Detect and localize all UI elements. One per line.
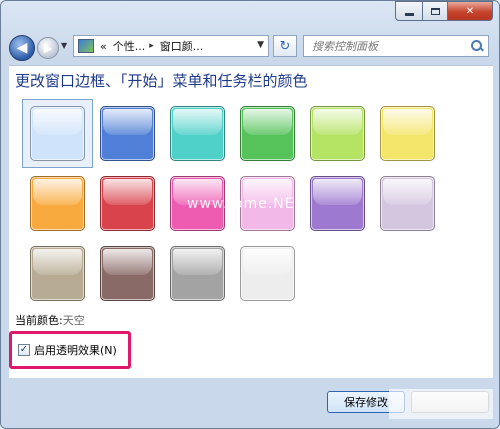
refresh-icon: ↻	[279, 38, 291, 54]
color-swatch-taupe[interactable]	[30, 246, 85, 301]
forward-button[interactable]: ▶	[37, 37, 59, 59]
close-icon: ✕	[465, 5, 475, 17]
checkmark-icon: ✓	[19, 344, 29, 355]
color-swatch-lime[interactable]	[310, 106, 365, 161]
color-swatch-sea[interactable]	[170, 106, 225, 161]
maximize-icon	[430, 7, 440, 15]
current-color-value: 天空	[62, 314, 85, 327]
back-button[interactable]: ◀	[9, 35, 35, 61]
color-swatch-twilight[interactable]	[100, 106, 155, 161]
minimize-icon	[404, 12, 414, 16]
content-area: 更改窗口边框、「开始」菜单和任务栏的颜色 www. ome.NE 当前颜色:天空…	[9, 65, 493, 378]
breadcrumb-separator-icon[interactable]: ▸	[149, 41, 154, 51]
watermark: www. ome.NE	[187, 196, 295, 212]
transparency-label[interactable]: 启用透明效果(N)	[34, 342, 117, 358]
color-swatch-sky[interactable]	[30, 106, 85, 161]
navigation-bar: ◀ ▶ ▼ « 个性... ▸ 窗口颜... ▼ ↻ 搜索控制面板	[1, 29, 499, 65]
color-swatch-sun[interactable]	[380, 106, 435, 161]
current-color-label: 当前颜色:	[15, 314, 63, 327]
footer-overlay	[389, 389, 493, 419]
minimize-button[interactable]	[395, 1, 423, 21]
color-swatch-ruby[interactable]	[100, 176, 155, 231]
current-color: 当前颜色:天空	[15, 312, 85, 328]
breadcrumb-window-color[interactable]: 窗口颜...	[160, 38, 204, 54]
search-box[interactable]: 搜索控制面板	[303, 35, 489, 57]
transparency-option[interactable]: ✓ 启用透明效果(N)	[9, 331, 131, 369]
color-swatch-violet[interactable]	[310, 176, 365, 231]
maximize-button[interactable]	[423, 1, 448, 21]
forward-arrow-icon: ▶	[43, 41, 53, 55]
color-swatch-leaf[interactable]	[240, 106, 295, 161]
close-button[interactable]: ✕	[448, 1, 493, 21]
color-swatch-slate[interactable]	[170, 246, 225, 301]
search-icon[interactable]	[470, 39, 484, 53]
back-arrow-icon: ◀	[16, 40, 28, 56]
window: ✕ ◀ ▶ ▼ « 个性... ▸ 窗口颜... ▼ ↻ 搜索控制面板 更改窗口…	[0, 0, 500, 429]
address-dropdown-icon[interactable]: ▼	[257, 40, 264, 50]
color-swatch-chocolate[interactable]	[100, 246, 155, 301]
breadcrumb-personalization[interactable]: 个性...	[113, 38, 146, 54]
transparency-checkbox[interactable]: ✓	[18, 344, 30, 356]
refresh-button[interactable]: ↻	[273, 35, 297, 57]
color-swatch-lavender[interactable]	[380, 176, 435, 231]
page-title: 更改窗口边框、「开始」菜单和任务栏的颜色	[15, 72, 308, 90]
footer: 保存修改	[1, 381, 499, 428]
color-swatch-pumpkin[interactable]	[30, 176, 85, 231]
color-swatch-frost[interactable]	[240, 246, 295, 301]
address-bar[interactable]: « 个性... ▸ 窗口颜... ▼	[73, 35, 269, 57]
breadcrumb-overflow[interactable]: «	[100, 40, 107, 53]
search-input[interactable]: 搜索控制面板	[312, 38, 470, 54]
control-panel-icon	[78, 39, 94, 53]
recent-pages-dropdown[interactable]: ▼	[61, 41, 67, 50]
caption-buttons: ✕	[395, 1, 493, 21]
